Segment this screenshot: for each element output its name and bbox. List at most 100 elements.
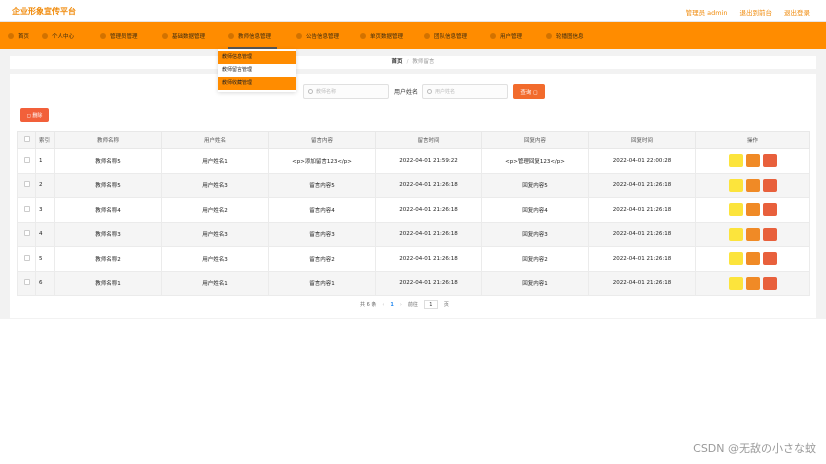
edit-button[interactable] xyxy=(745,154,760,168)
admin-user-link[interactable]: 管理员 admin xyxy=(686,7,728,17)
nav-admin-manage[interactable]: 管理员管理 xyxy=(100,22,138,49)
table-row: 1 教师名称5 用户姓名1 <p>添加留言123</p> 2022-04-01 21:5… xyxy=(17,148,810,174)
search-icon xyxy=(308,89,313,94)
cell-message-time: 2022-04-01 21:26:18 xyxy=(375,270,482,296)
nav-single-page[interactable]: 单页数据管理 xyxy=(360,22,403,49)
go-frontend-link[interactable]: 退出到前台 xyxy=(740,7,773,17)
cell-actions xyxy=(695,270,810,296)
cell-index: 4 xyxy=(35,221,55,247)
cell-reply-content: 回复内容3 xyxy=(481,221,589,247)
cell-message-time: 2022-04-01 21:26:18 xyxy=(375,246,482,272)
view-button[interactable] xyxy=(728,252,743,266)
nav-base-data[interactable]: 基础数据管理 xyxy=(162,22,205,49)
cell-index: 5 xyxy=(35,246,55,272)
delete-row-button[interactable] xyxy=(762,203,777,217)
breadcrumb-current: 教师留言 xyxy=(412,59,435,65)
select-all-checkbox[interactable] xyxy=(17,131,36,149)
delete-row-button[interactable] xyxy=(762,252,777,266)
row-checkbox[interactable] xyxy=(17,172,36,198)
logout-link[interactable]: 退出登录 xyxy=(784,7,810,17)
cell-index: 2 xyxy=(35,172,55,198)
breadcrumb-home[interactable]: 首页 xyxy=(392,59,403,65)
pager-prev-button[interactable]: ‹ xyxy=(382,302,384,308)
pager-next-button[interactable]: › xyxy=(400,302,402,308)
delete-row-button[interactable] xyxy=(762,276,777,290)
cell-actions xyxy=(695,197,810,223)
edit-button[interactable] xyxy=(745,178,760,192)
user-name-search: 用户姓名 用户姓名 xyxy=(394,84,509,99)
pagination: 共 6 条 ‹ 1 › 前往 1 页 xyxy=(360,300,449,309)
cell-message-content: 留言内容3 xyxy=(268,221,376,247)
main-nav: 首页 个人中心 管理员管理 基础数据管理 教师信息管理 公告信息管理 单页数据管… xyxy=(0,22,826,49)
cell-teacher-name: 教师名称4 xyxy=(54,197,162,223)
cell-reply-time: 2022-04-01 21:26:18 xyxy=(588,197,696,223)
users-icon xyxy=(490,32,496,39)
dropdown-teacher-info[interactable]: 教师信息管理 xyxy=(218,51,296,64)
pager-total: 共 6 条 xyxy=(360,302,377,308)
row-checkbox[interactable] xyxy=(17,148,36,174)
nav-user-manage[interactable]: 用户管理 xyxy=(490,22,522,49)
table-row: 5 教师名称2 用户姓名3 留言内容2 2022-04-01 21:26:18 回复内容2… xyxy=(17,246,810,272)
header-actions: 操作 xyxy=(695,131,810,149)
nav-carousel[interactable]: 轮播图信息 xyxy=(546,22,584,49)
row-checkbox[interactable] xyxy=(17,270,36,296)
cell-reply-content: 回复内容5 xyxy=(481,172,589,198)
cell-message-content: <p>添加留言123</p> xyxy=(268,148,376,174)
nav-notice-info[interactable]: 公告信息管理 xyxy=(296,22,339,49)
cell-user-name: 用户姓名1 xyxy=(161,270,269,296)
nav-home[interactable]: 首页 xyxy=(8,22,29,49)
cell-reply-time: 2022-04-01 21:26:18 xyxy=(588,221,696,247)
nav-teacher-info[interactable]: 教师信息管理 xyxy=(228,22,278,49)
view-button[interactable] xyxy=(728,178,743,192)
user-name-input[interactable]: 用户姓名 xyxy=(422,84,509,99)
cell-user-name: 用户姓名1 xyxy=(161,148,269,174)
table-row: 2 教师名称5 用户姓名3 留言内容5 2022-04-01 21:26:18 回复内容5… xyxy=(17,172,810,198)
view-button[interactable] xyxy=(728,276,743,290)
view-button[interactable] xyxy=(728,154,743,168)
edit-button[interactable] xyxy=(745,252,760,266)
pager-goto-input[interactable]: 1 xyxy=(423,300,438,309)
nav-team-info[interactable]: 团队信息管理 xyxy=(424,22,467,49)
message-table: 索引 教师名称 用户姓名 留言内容 留言时间 回复内容 回复时间 操作 1 教师名… xyxy=(17,131,810,296)
row-checkbox[interactable] xyxy=(17,197,36,223)
database-icon xyxy=(162,32,168,39)
header-reply-time: 回复时间 xyxy=(588,131,696,149)
top-bar: 企业形象宣传平台 管理员 admin 退出到前台 退出登录 xyxy=(0,0,826,22)
nav-personal-center[interactable]: 个人中心 xyxy=(42,22,74,49)
cell-user-name: 用户姓名3 xyxy=(161,221,269,247)
cell-actions xyxy=(695,246,810,272)
admin-icon xyxy=(100,32,106,39)
notice-icon xyxy=(296,32,302,39)
header-links: 管理员 admin 退出到前台 退出登录 xyxy=(686,7,810,17)
row-checkbox[interactable] xyxy=(17,221,36,247)
cell-message-content: 留言内容1 xyxy=(268,270,376,296)
cell-user-name: 用户姓名3 xyxy=(161,246,269,272)
teacher-name-search: 教师名称 xyxy=(303,84,389,99)
cell-message-content: 留言内容2 xyxy=(268,246,376,272)
team-icon xyxy=(424,32,430,39)
view-button[interactable] xyxy=(728,227,743,241)
header-message-content: 留言内容 xyxy=(268,131,376,149)
dropdown-teacher-messages[interactable]: 教师留言管理 xyxy=(218,64,296,77)
user-icon xyxy=(42,32,48,39)
delete-row-button[interactable] xyxy=(762,178,777,192)
cell-user-name: 用户姓名3 xyxy=(161,172,269,198)
edit-button[interactable] xyxy=(745,203,760,217)
delete-button[interactable]: ◻ 删除 xyxy=(20,108,49,122)
row-checkbox[interactable] xyxy=(17,246,36,272)
pager-page-unit: 页 xyxy=(443,302,449,308)
query-button[interactable]: 查询 ◻ xyxy=(513,84,545,99)
search-icon xyxy=(427,89,433,94)
dropdown-teacher-favorites[interactable]: 教师收藏管理 xyxy=(218,77,296,90)
edit-button[interactable] xyxy=(745,227,760,241)
delete-row-button[interactable] xyxy=(762,227,777,241)
delete-row-button[interactable] xyxy=(762,154,777,168)
view-button[interactable] xyxy=(728,203,743,217)
teacher-name-input[interactable]: 教师名称 xyxy=(303,84,389,99)
edit-button[interactable] xyxy=(745,276,760,290)
teacher-dropdown-menu: 教师信息管理 教师留言管理 教师收藏管理 xyxy=(218,49,296,92)
app-title: 企业形象宣传平台 xyxy=(12,7,76,16)
header-user-name: 用户姓名 xyxy=(161,131,269,149)
pager-current-page[interactable]: 1 xyxy=(390,302,393,308)
table-row: 3 教师名称4 用户姓名2 留言内容4 2022-04-01 21:26:18 回复内容4… xyxy=(17,197,810,223)
